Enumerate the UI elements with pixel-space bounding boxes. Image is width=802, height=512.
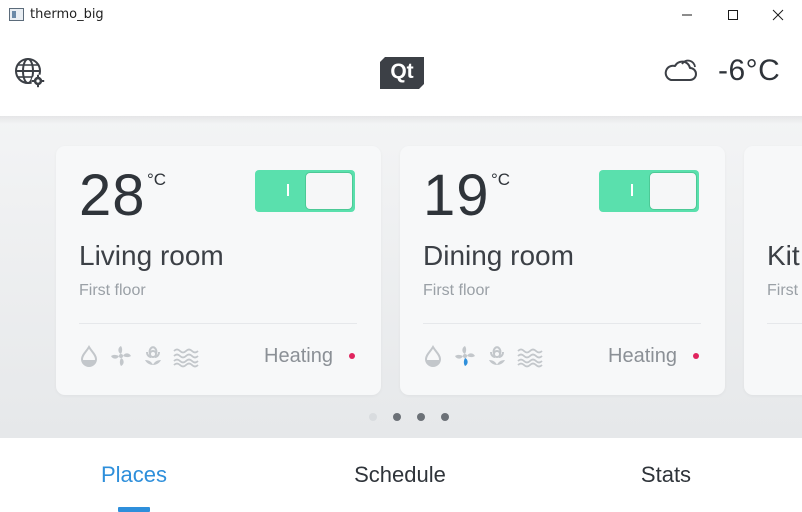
room-card-dining-room[interactable]: 19 °C Dining room First floor Heating <box>400 146 725 395</box>
room-name: Dining room <box>423 240 574 271</box>
heat-waves-icon[interactable] <box>173 344 199 368</box>
temperature-unit: °C <box>147 170 167 189</box>
power-toggle[interactable] <box>255 170 355 212</box>
outdoor-temperature: -6°C <box>718 54 781 87</box>
room-status: Heating <box>264 345 333 367</box>
room-temperature: 19 <box>423 163 490 228</box>
card-divider <box>423 323 701 324</box>
card-divider <box>767 323 802 324</box>
power-toggle[interactable] <box>599 170 699 212</box>
status-dot <box>693 353 699 359</box>
flower-icon[interactable] <box>141 344 165 368</box>
mode-icons <box>421 344 543 368</box>
bottom-tab-bar: Places Schedule Stats <box>0 438 802 512</box>
qt-logo-text: Qt <box>390 60 414 83</box>
room-name: Living room <box>79 240 224 271</box>
globe-gear-icon[interactable] <box>14 57 46 93</box>
toggle-knob[interactable] <box>305 172 353 210</box>
status-dot <box>349 353 355 359</box>
tab-places[interactable]: Places <box>64 462 204 488</box>
mode-icons <box>77 344 199 368</box>
app-header: Qt -6°C <box>0 30 802 116</box>
window-title: thermo_big <box>30 7 104 22</box>
app-icon <box>9 8 24 21</box>
room-name: Kit <box>767 240 800 271</box>
fan-icon[interactable] <box>109 344 133 368</box>
fan-icon[interactable] <box>453 344 477 368</box>
close-button[interactable] <box>755 0 801 30</box>
room-floor: First floor <box>79 282 146 299</box>
toggle-on-mark <box>631 184 633 196</box>
drop-icon[interactable] <box>421 344 445 368</box>
active-tab-indicator <box>118 507 150 512</box>
page-dot[interactable] <box>369 413 377 421</box>
room-floor: First floor <box>423 282 490 299</box>
page-dot[interactable] <box>417 413 425 421</box>
page-dot[interactable] <box>393 413 401 421</box>
cloud-icon <box>662 58 698 88</box>
drop-icon[interactable] <box>77 344 101 368</box>
minimize-button[interactable] <box>664 0 710 30</box>
card-divider <box>79 323 357 324</box>
minimize-icon <box>682 14 692 16</box>
window-titlebar[interactable]: thermo_big <box>0 0 802 30</box>
toggle-knob[interactable] <box>649 172 697 210</box>
maximize-icon <box>728 10 738 20</box>
heat-waves-icon[interactable] <box>517 344 543 368</box>
temperature-unit: °C <box>491 170 511 189</box>
room-card-kitchen[interactable]: Kit First <box>744 146 802 395</box>
maximize-button[interactable] <box>710 0 756 30</box>
qt-logo: Qt <box>380 57 424 89</box>
page-dot[interactable] <box>441 413 449 421</box>
room-status: Heating <box>608 345 677 367</box>
room-card-living-room[interactable]: 28 °C Living room First floor Heating <box>56 146 381 395</box>
room-carousel[interactable]: 28 °C Living room First floor Heating 19… <box>0 116 802 438</box>
tab-schedule[interactable]: Schedule <box>330 462 470 488</box>
tab-stats[interactable]: Stats <box>596 462 736 488</box>
close-icon <box>772 9 784 21</box>
toggle-on-mark <box>287 184 289 196</box>
room-temperature: 28 <box>79 163 146 228</box>
room-floor: First <box>767 282 799 299</box>
page-indicator[interactable] <box>369 413 449 421</box>
flower-icon[interactable] <box>485 344 509 368</box>
